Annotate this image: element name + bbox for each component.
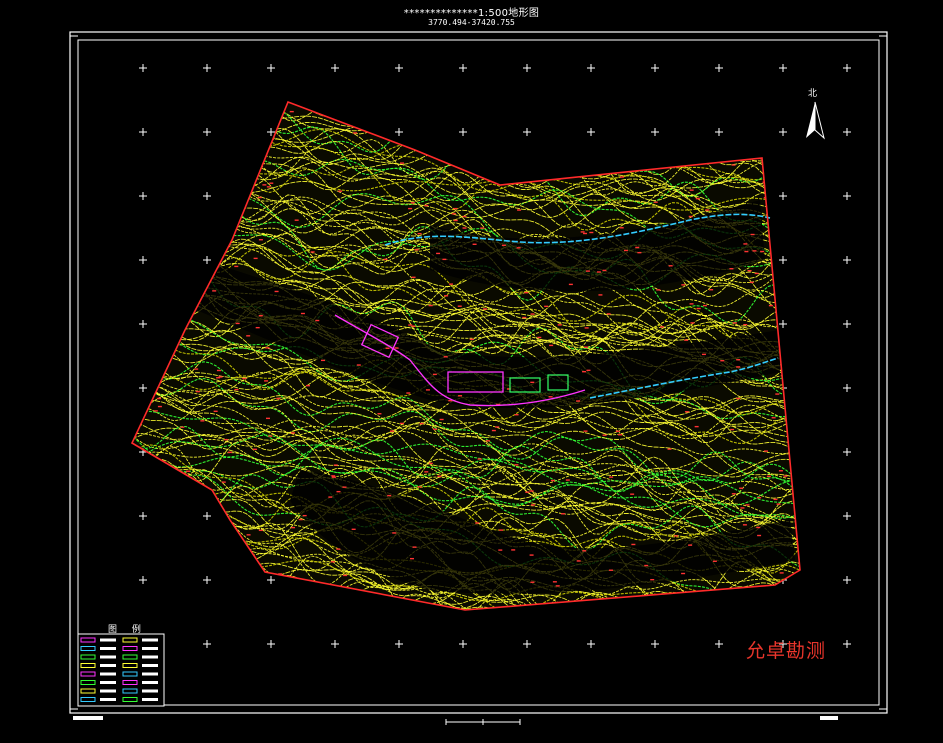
legend [77, 633, 165, 707]
watermark: 允卓勘测 [746, 640, 827, 662]
sheet-mark-left [73, 716, 103, 720]
north-arrow-icon [806, 101, 825, 140]
legend-title: 图 例 [108, 625, 147, 635]
north-label: 北 [808, 89, 818, 99]
sheet-mark-right [820, 716, 838, 720]
scale-bar [445, 719, 521, 725]
